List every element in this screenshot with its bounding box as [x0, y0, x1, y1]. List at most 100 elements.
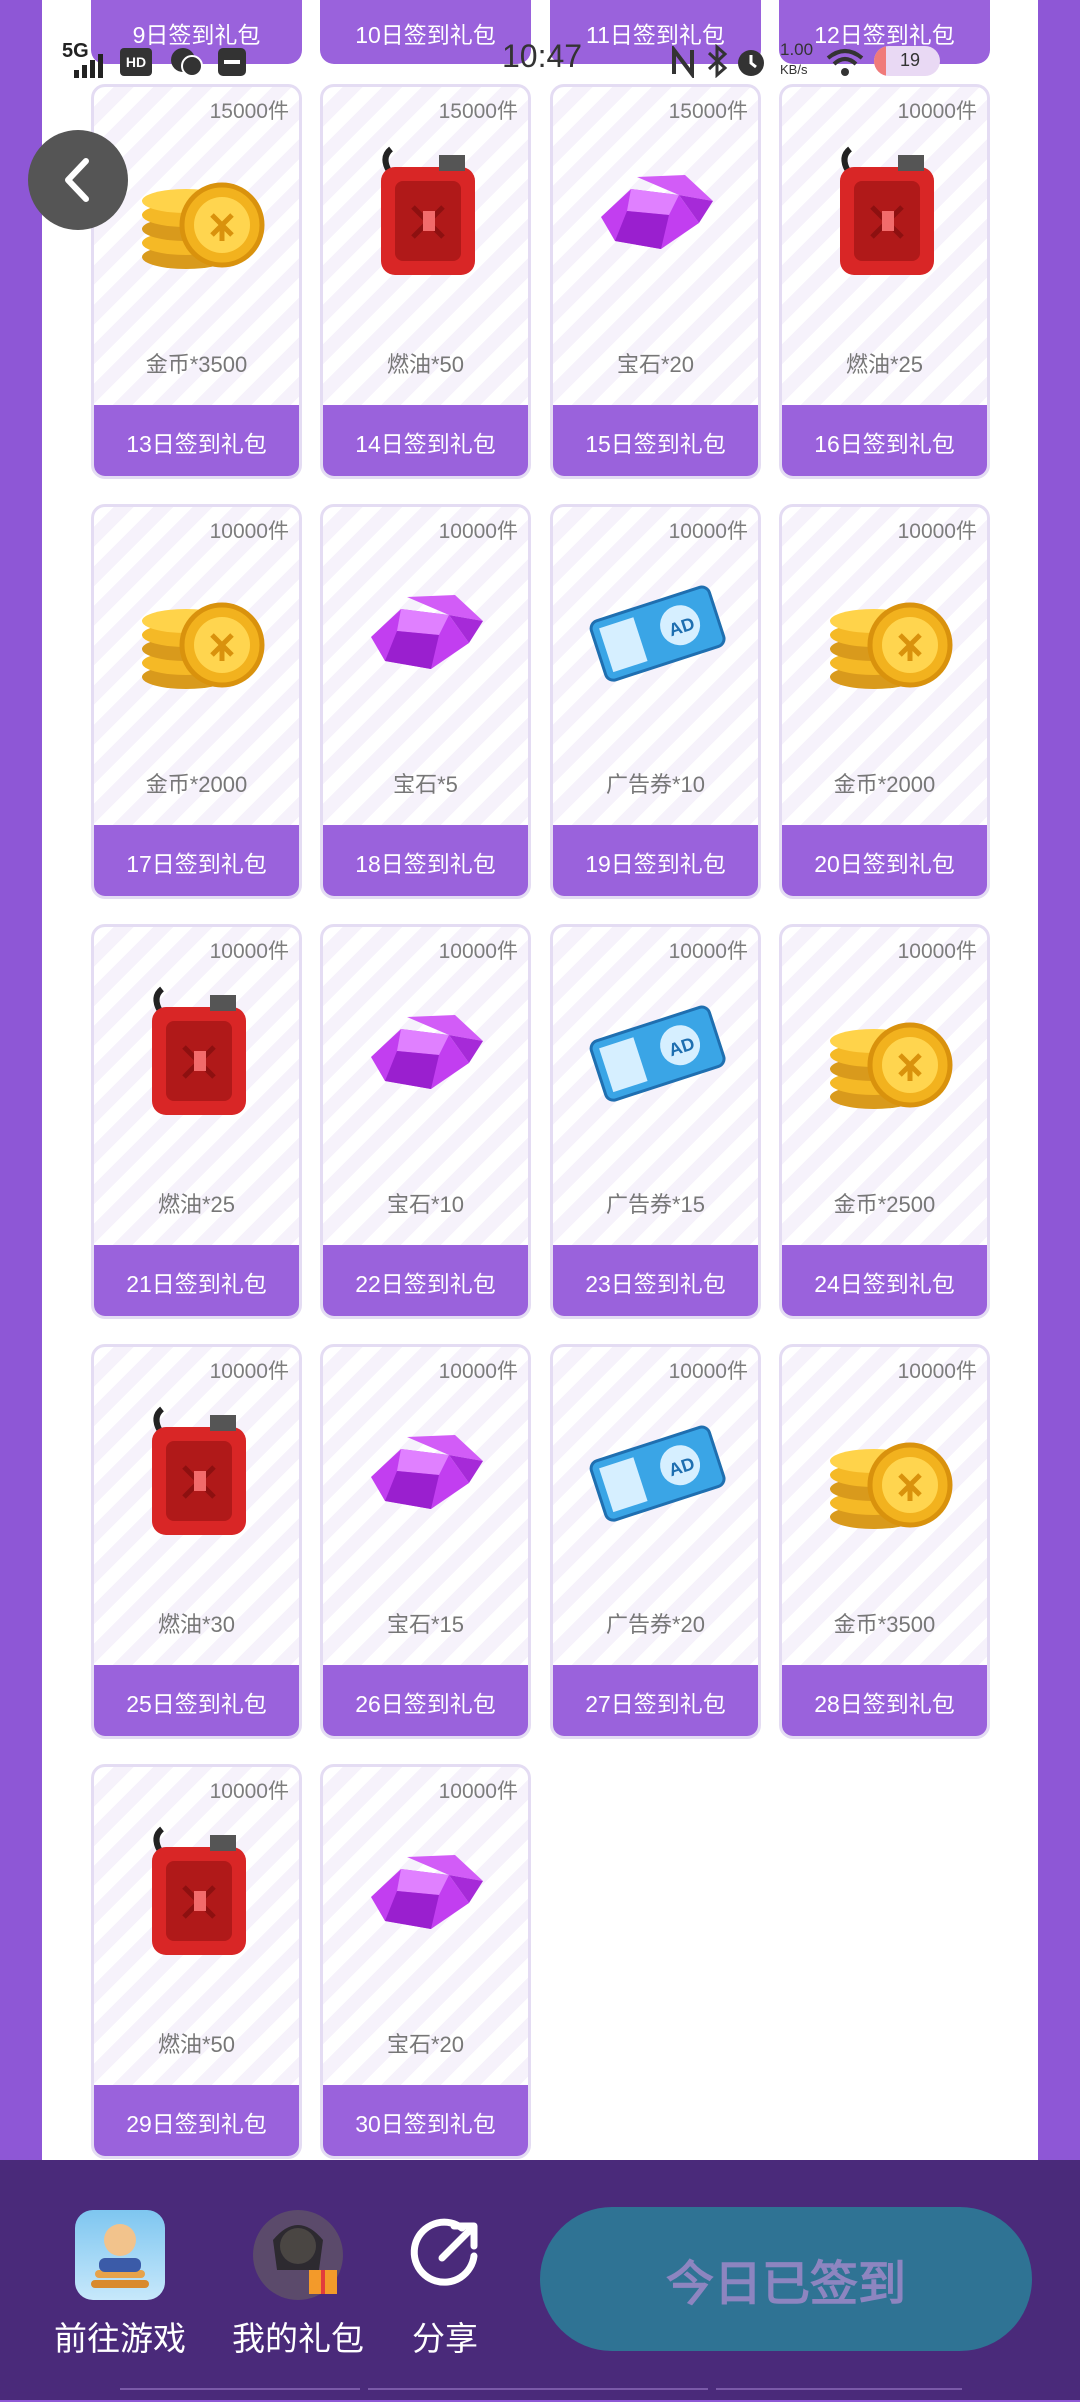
gift-button[interactable]: 14日签到礼包 — [323, 405, 528, 476]
gift-card[interactable]: 10000件 金币*2000 17日签到礼包 — [91, 504, 302, 899]
gift-button[interactable]: 30日签到礼包 — [323, 2085, 528, 2156]
gift-card[interactable]: 10000件 AD 广告券*10 19日签到礼包 — [550, 504, 761, 899]
gift-button[interactable]: 22日签到礼包 — [323, 1245, 528, 1316]
ad-ticket-icon: AD — [581, 557, 731, 707]
bottom-bar: 前往游戏 我的礼包 分享 今日已签到 — [0, 2160, 1080, 2400]
gift-card[interactable]: 10000件 金币*2500 24日签到礼包 — [779, 924, 990, 1319]
gift-button[interactable]: 28日签到礼包 — [782, 1665, 987, 1736]
gift-button[interactable]: 16日签到礼包 — [782, 405, 987, 476]
reward-name: 燃油*25 — [845, 352, 924, 377]
stock-count: 10000件 — [209, 520, 289, 543]
reward-name: 宝石*20 — [386, 2032, 465, 2057]
my-gifts-label: 我的礼包 — [232, 2320, 364, 2357]
stock-count: 10000件 — [668, 1360, 748, 1383]
stock-count: 10000件 — [668, 940, 748, 963]
gift-button[interactable]: 19日签到礼包 — [553, 825, 758, 896]
gift-button[interactable]: 15日签到礼包 — [553, 405, 758, 476]
reward-name: 宝石*5 — [393, 772, 458, 797]
gift-card[interactable]: 10000件宝石*10 22日签到礼包 — [320, 924, 531, 1319]
reward-name: 燃油*25 — [157, 1192, 236, 1217]
gift-button[interactable]: 23日签到礼包 — [553, 1245, 758, 1316]
gift-card[interactable]: 10000件宝石*20 30日签到礼包 — [320, 1764, 531, 2159]
hd-badge: HD — [120, 48, 152, 76]
reward-name: 宝石*20 — [616, 352, 695, 377]
gem-icon — [581, 137, 731, 287]
gift-button[interactable]: 26日签到礼包 — [323, 1665, 528, 1736]
game-icon — [75, 2210, 165, 2300]
stock-count: 10000件 — [438, 1780, 518, 1803]
stock-count: 10000件 — [438, 940, 518, 963]
coin-icon — [810, 977, 960, 1127]
bluetooth-icon — [707, 44, 728, 78]
gift-card[interactable]: 10000件金币*3500 28日签到礼包 — [779, 1344, 990, 1739]
gift-button[interactable]: 17日签到礼包 — [94, 825, 299, 896]
coin-icon — [810, 1397, 960, 1547]
stock-count: 10000件 — [668, 520, 748, 543]
reward-name: 宝石*10 — [386, 1192, 465, 1217]
speed-value: 1.00 — [780, 40, 814, 59]
stock-count: 10000件 — [209, 1780, 289, 1803]
avatar-gift-icon — [253, 2210, 343, 2300]
gift-button[interactable]: 24日签到礼包 — [782, 1245, 987, 1316]
gift-card[interactable]: 10000件 宝石*5 18日签到礼包 — [320, 504, 531, 899]
gift-button[interactable]: 18日签到礼包 — [323, 825, 528, 896]
gift-card[interactable]: 10000件 AD 广告券*15 23日签到礼包 — [550, 924, 761, 1319]
gift-card[interactable]: 10000件燃油*25 16日签到礼包 — [779, 84, 990, 479]
my-gifts-button[interactable]: 我的礼包 — [226, 2210, 370, 2360]
fuel-can-icon — [351, 137, 501, 287]
go-game-button[interactable]: 前往游戏 — [48, 2210, 192, 2360]
stock-count: 10000件 — [897, 100, 977, 123]
gift-button[interactable]: 21日签到礼包 — [94, 1245, 299, 1316]
stock-count: 10000件 — [209, 1360, 289, 1383]
ad-ticket-icon: AD — [581, 1397, 731, 1547]
stock-count: 10000件 — [897, 520, 977, 543]
gem-icon — [351, 557, 501, 707]
reward-name: 广告券*20 — [605, 1612, 706, 1637]
stock-count: 15000件 — [438, 100, 518, 123]
gift-card[interactable]: 10000件金币*2000 20日签到礼包 — [779, 504, 990, 899]
gift-card[interactable]: 10000件 燃油*25 21日签到礼包 — [91, 924, 302, 1319]
gift-card[interactable]: 15000件 金币*3500 13日签到礼包 — [91, 84, 302, 479]
gift-card[interactable]: 15000件 宝石*20 15日签到礼包 — [550, 84, 761, 479]
gift-button[interactable]: 29日签到礼包 — [94, 2085, 299, 2156]
clock: 10:47 — [502, 38, 583, 74]
coin-icon — [122, 557, 272, 707]
gift-button[interactable]: 20日签到礼包 — [782, 825, 987, 896]
chat-icon — [171, 48, 203, 77]
fuel-can-icon — [122, 1817, 272, 1967]
coin-icon — [122, 137, 272, 287]
gift-card[interactable]: 10000件燃油*50 29日签到礼包 — [91, 1764, 302, 2159]
gift-card[interactable]: 10000件燃油*30 25日签到礼包 — [91, 1344, 302, 1739]
fuel-can-icon — [122, 1397, 272, 1547]
stock-count: 10000件 — [897, 1360, 977, 1383]
speed-unit: KB/s — [780, 62, 808, 77]
gem-icon — [351, 977, 501, 1127]
coin-icon — [810, 557, 960, 707]
gift-card[interactable]: 10000件 宝石*15 26日签到礼包 — [320, 1344, 531, 1739]
share-button[interactable]: 分享 — [392, 2210, 498, 2360]
back-button[interactable] — [28, 130, 128, 230]
reward-name: 广告券*15 — [605, 1192, 706, 1217]
reward-name: 燃油*50 — [157, 2032, 236, 2057]
gem-icon — [351, 1397, 501, 1547]
reward-name: 燃油*30 — [157, 1612, 236, 1637]
go-game-label: 前往游戏 — [54, 2320, 186, 2357]
gift-button[interactable]: 13日签到礼包 — [94, 405, 299, 476]
message-icon — [218, 48, 246, 76]
stock-count: 10000件 — [438, 1360, 518, 1383]
gift-card[interactable]: 15000件 燃油*50 14日签到礼包 — [320, 84, 531, 479]
stock-count: 15000件 — [209, 100, 289, 123]
share-icon — [400, 2210, 490, 2300]
status-bar: 5G HD 10:47 1.00 KB/s 19 — [0, 30, 1080, 90]
battery-icon: 19 — [874, 46, 940, 76]
gift-button[interactable]: 25日签到礼包 — [94, 1665, 299, 1736]
gift-card[interactable]: 10000件 AD 广告券*20 27日签到礼包 — [550, 1344, 761, 1739]
gift-button[interactable]: 27日签到礼包 — [553, 1665, 758, 1736]
fuel-can-icon — [810, 137, 960, 287]
signal-icon — [74, 54, 103, 78]
reward-name: 广告券*10 — [605, 772, 706, 797]
signed-today-button[interactable]: 今日已签到 — [540, 2207, 1032, 2351]
stock-count: 10000件 — [897, 940, 977, 963]
reward-name: 金币*3500 — [833, 1612, 936, 1637]
reward-name: 金币*2000 — [833, 772, 936, 797]
